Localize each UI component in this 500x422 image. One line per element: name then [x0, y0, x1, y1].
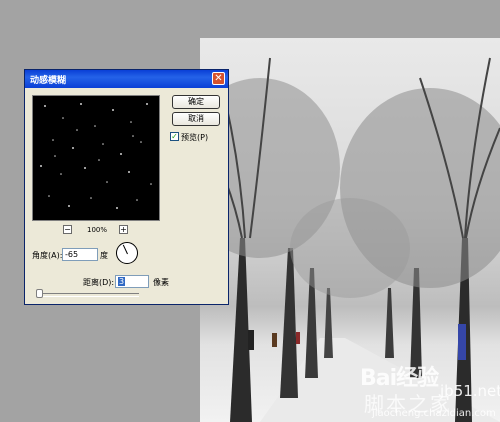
dialog-title: 动感模糊 [30, 76, 67, 86]
close-icon[interactable]: ✕ [212, 72, 225, 85]
ok-button[interactable]: 确定 [172, 95, 220, 109]
cancel-button[interactable]: 取消 [172, 112, 220, 126]
preview-checkbox-label: 预览(P) [181, 133, 209, 142]
dialog-titlebar[interactable]: 动感模糊 ✕ [25, 70, 228, 88]
snow-scene [200, 57, 500, 422]
check-icon[interactable]: ✓ [170, 132, 179, 141]
url-watermark: jiaocheng.chazidian.com [372, 408, 496, 419]
preview-snow-image [40, 103, 152, 209]
distance-slider-track[interactable] [37, 293, 139, 297]
snow-photo: Bai经验 jb51.net 脚本之家 jiaocheng.chazidian.… [200, 38, 500, 422]
distance-unit: 像素 [153, 278, 169, 287]
zoom-out-icon[interactable]: − [63, 225, 72, 234]
distance-slider-thumb[interactable] [36, 289, 43, 298]
motion-blur-dialog: 动感模糊 ✕ 确定 取消 ✓ 预览(P) − 100% + 角度(A): -65… [24, 69, 229, 305]
preview-window[interactable] [32, 95, 160, 221]
zoom-level: 100% [87, 226, 108, 234]
distance-label: 距离(D): [83, 278, 115, 287]
zoom-in-icon[interactable]: + [119, 225, 128, 234]
angle-dial-needle [122, 244, 128, 255]
angle-dial-icon[interactable] [116, 242, 138, 264]
angle-label: 角度(A): [32, 251, 63, 260]
angle-unit: 度 [100, 251, 108, 260]
distance-field[interactable]: 3 [115, 275, 149, 288]
angle-field[interactable]: -65 [62, 248, 98, 261]
distance-value: 3 [118, 277, 126, 286]
